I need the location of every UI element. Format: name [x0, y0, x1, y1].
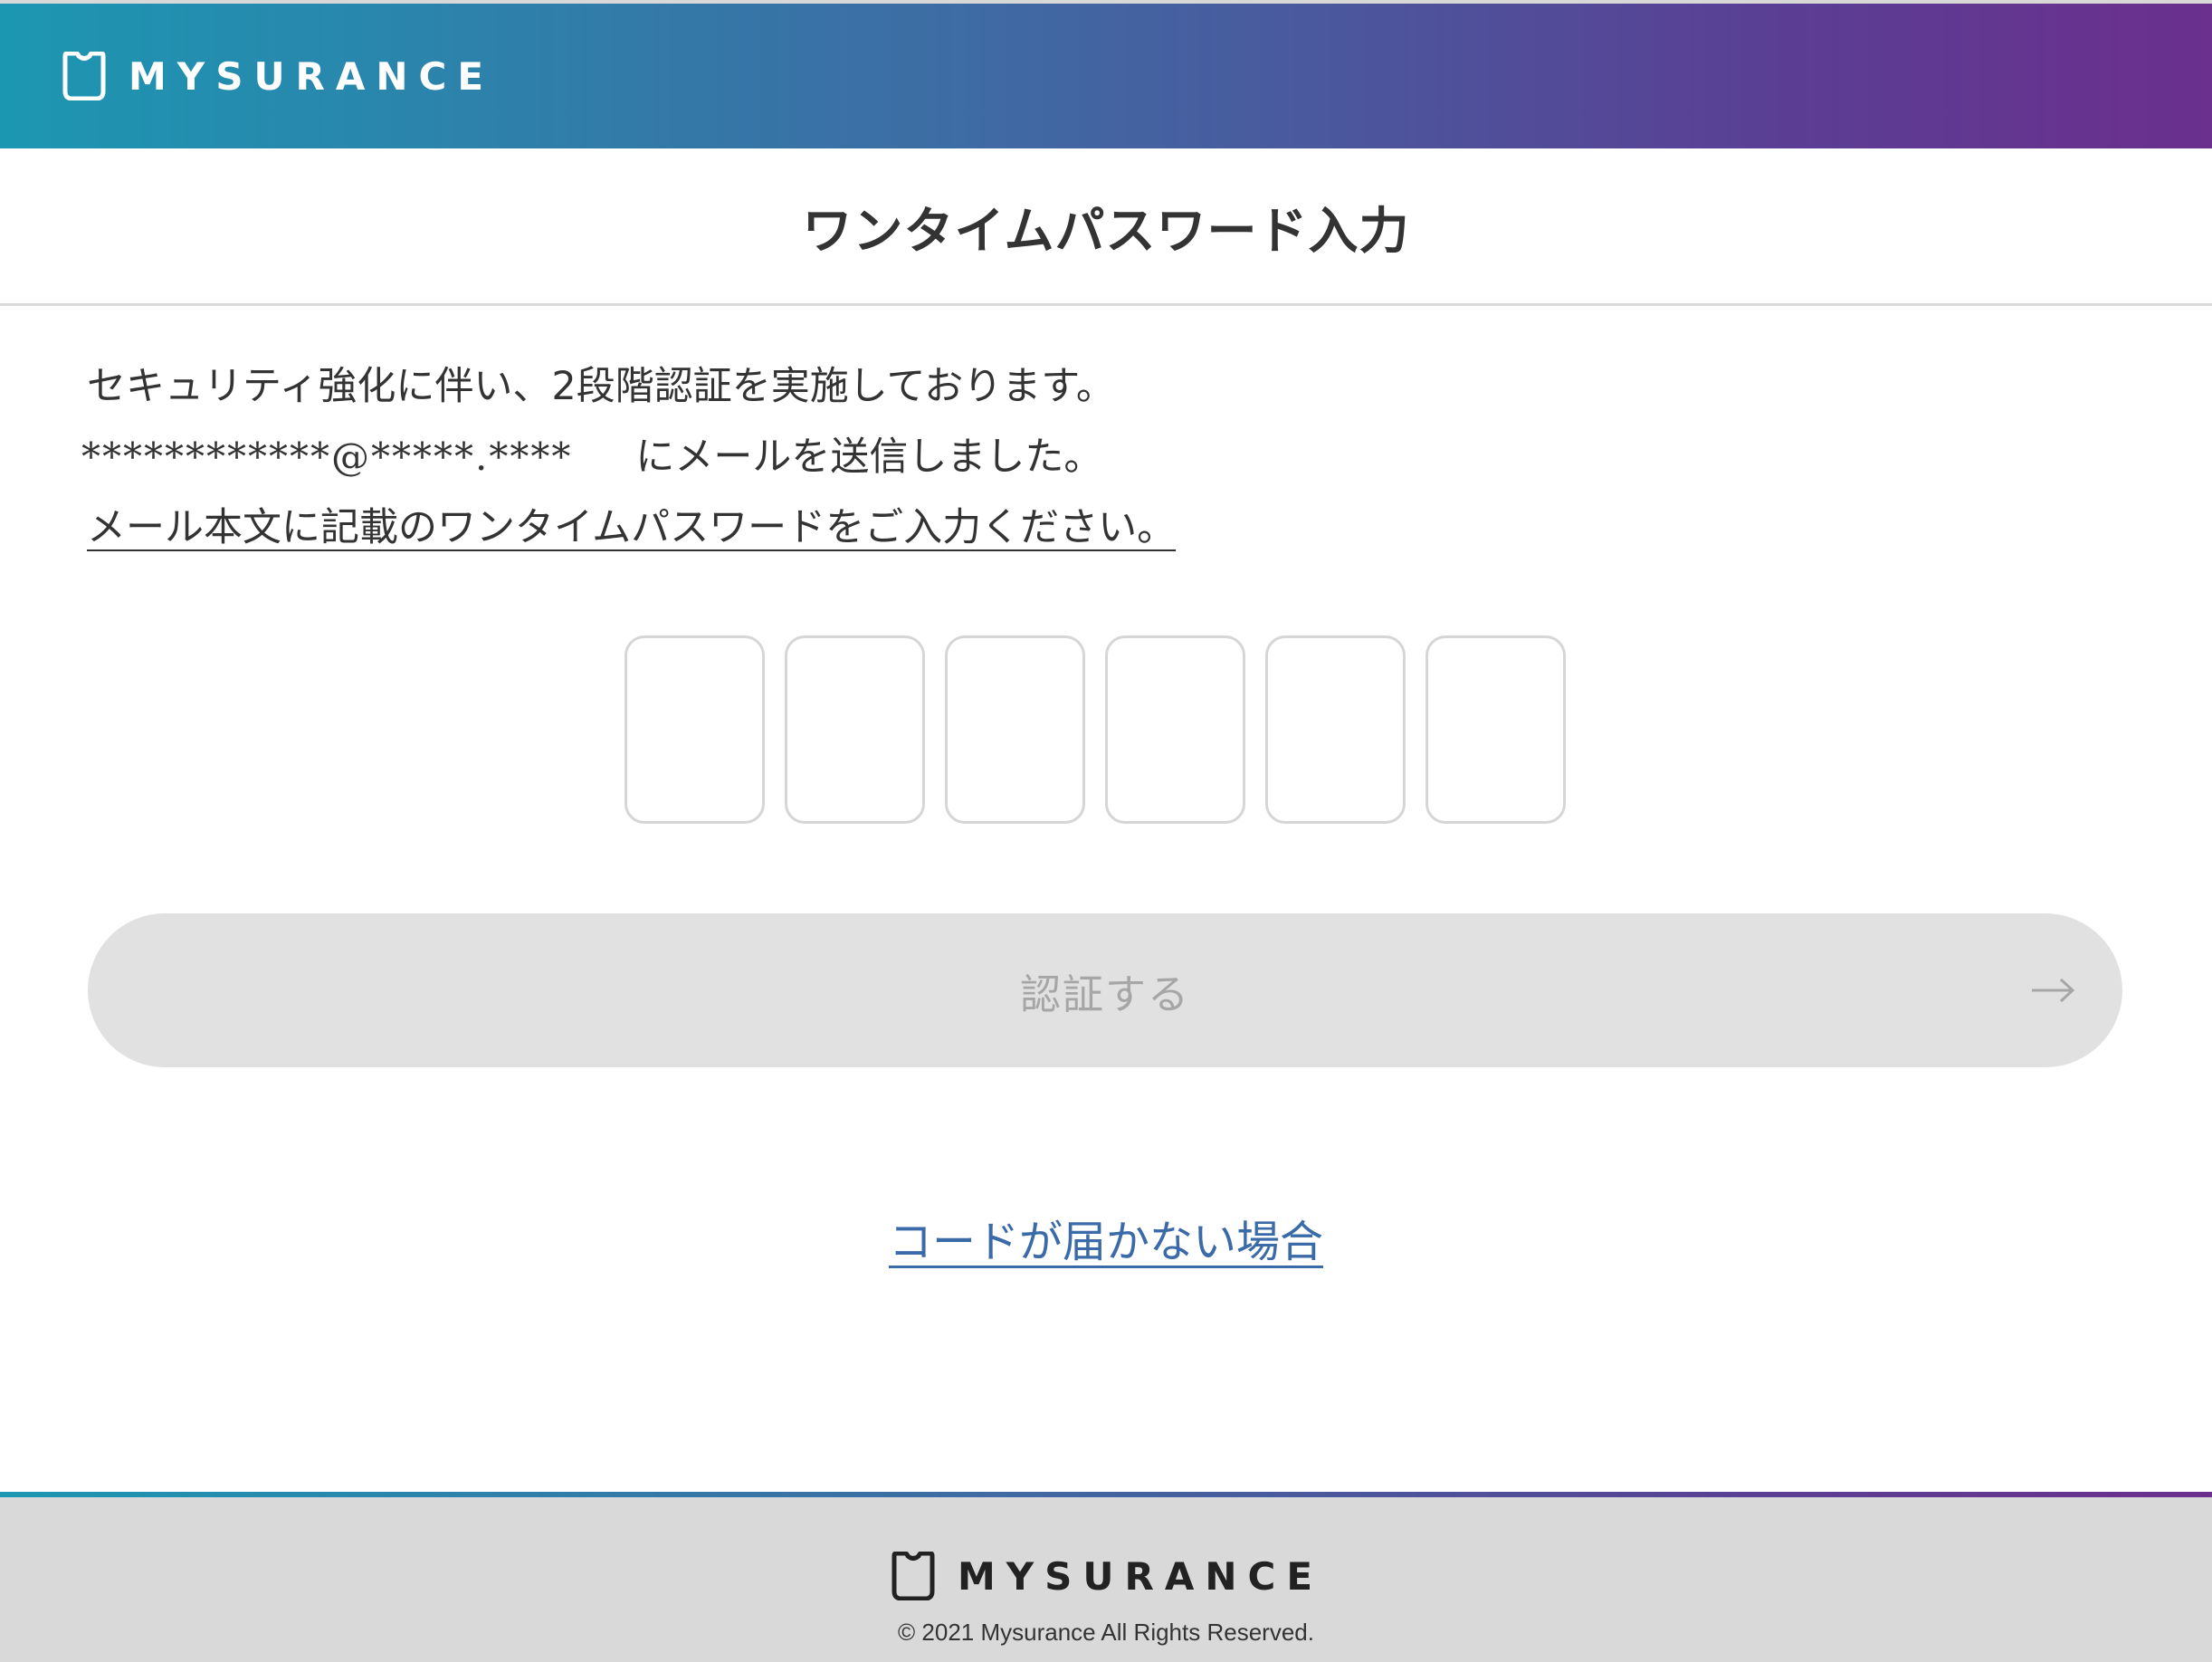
otp-input-group: [625, 635, 1566, 824]
footer-logo[interactable]: MYSURANCE: [0, 1552, 2212, 1600]
page: MYSURANCE ワンタイムパスワード入力 セキュリティ強化に伴い、2段階認証…: [0, 0, 2212, 1662]
shield-icon: [62, 52, 106, 100]
copyright-text: © 2021 Mysurance All Rights Reserved.: [898, 1619, 1314, 1646]
email-sent-message: ************@*****.**** にメールを送信しました。: [81, 422, 2078, 492]
header-logo-text: MYSURANCE: [129, 53, 495, 99]
code-not-received-link[interactable]: コードが届かない場合: [889, 1217, 1323, 1267]
header-bar: MYSURANCE: [0, 0, 2212, 148]
verify-button[interactable]: 認証する: [88, 913, 2122, 1067]
help-link-container: コードが届かない場合: [0, 1206, 2212, 1269]
otp-instruction-text: メール本文に記載のワンタイムパスワードをご入力ください。: [87, 505, 1177, 550]
otp-digit-6[interactable]: [1425, 635, 1566, 824]
email-sent-suffix: にメールを送信しました。: [635, 435, 1103, 480]
otp-digit-2[interactable]: [785, 635, 925, 824]
otp-digit-5[interactable]: [1265, 635, 1406, 824]
instructions: セキュリティ強化に伴い、2段階認証を実施しております。 ************…: [81, 351, 2078, 563]
header-logo[interactable]: MYSURANCE: [60, 52, 494, 100]
arrow-right-icon: [2032, 978, 2075, 1003]
shield-icon: [891, 1552, 935, 1600]
otp-digit-1[interactable]: [625, 635, 765, 824]
verify-button-label: 認証する: [1019, 970, 1190, 1017]
footer-gradient-line: [0, 1492, 2212, 1497]
title-bar: ワンタイムパスワード入力: [0, 148, 2212, 306]
otp-digit-3[interactable]: [945, 635, 1085, 824]
security-message: セキュリティ強化に伴い、2段階認証を実施しております。: [87, 364, 1115, 409]
otp-digit-4[interactable]: [1105, 635, 1245, 824]
otp-instruction: メール本文に記載のワンタイムパスワードをご入力ください。: [87, 492, 2078, 563]
masked-email: ************@*****.****: [81, 435, 573, 479]
footer-logo-text: MYSURANCE: [957, 1553, 1324, 1599]
page-title: ワンタイムパスワード入力: [802, 201, 1410, 260]
footer: MYSURANCE © 2021 Mysurance All Rights Re…: [0, 1492, 2212, 1662]
